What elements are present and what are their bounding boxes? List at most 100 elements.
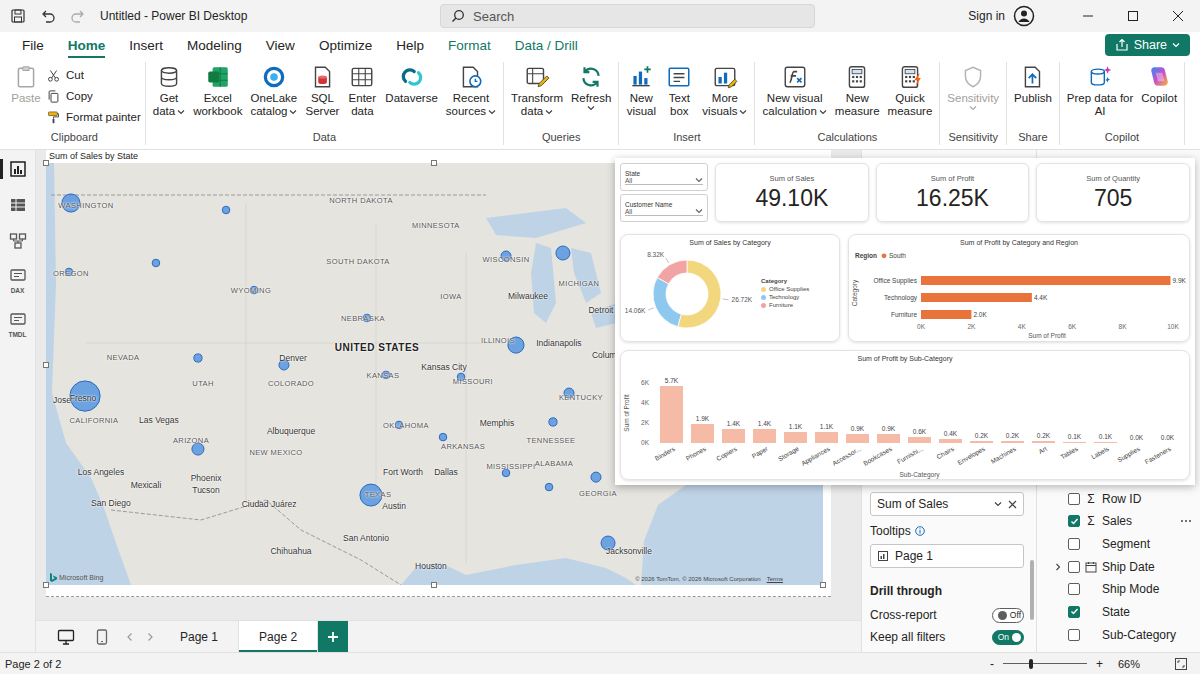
- donut-chart[interactable]: Sum of Sales by Category 26.72K14.06K8.3…: [620, 234, 840, 342]
- page-tab[interactable]: Page 2: [239, 621, 318, 652]
- sales-bubble[interactable]: [222, 206, 230, 214]
- sales-bubble[interactable]: [556, 246, 570, 260]
- slicer-dropdown[interactable]: All: [625, 177, 703, 185]
- column-bar[interactable]: [1063, 442, 1086, 443]
- field-checkbox[interactable]: [1068, 606, 1080, 618]
- column-bar[interactable]: [939, 439, 962, 443]
- field-well[interactable]: Sum of Sales: [870, 492, 1024, 516]
- column-bar[interactable]: [846, 434, 869, 443]
- column-bar[interactable]: [877, 434, 900, 443]
- kpi-card[interactable]: Sum of Profit 16.25K: [876, 163, 1030, 222]
- toggle-switch[interactable]: On: [992, 630, 1024, 645]
- column-bar[interactable]: [1094, 442, 1117, 443]
- sales-bubble[interactable]: [549, 418, 557, 426]
- minimize-button[interactable]: [1065, 0, 1110, 32]
- column-bar[interactable]: [1001, 441, 1024, 443]
- ribbon-tab[interactable]: View: [254, 32, 307, 58]
- column-bar[interactable]: [815, 432, 838, 443]
- resize-handle[interactable]: [43, 362, 49, 368]
- ribbon-tab[interactable]: Help: [384, 32, 436, 58]
- column-chart[interactable]: Sum of Profit by Sub-Category Sum of Pro…: [620, 350, 1190, 480]
- expander[interactable]: [1053, 563, 1063, 571]
- layout-view-button[interactable]: [84, 621, 120, 652]
- undo-icon[interactable]: [40, 8, 56, 24]
- column-bar[interactable]: [908, 437, 931, 443]
- ribbon-small-button[interactable]: Format painter: [46, 108, 141, 126]
- view-rail-item[interactable]: [0, 192, 35, 218]
- bar[interactable]: [921, 310, 971, 319]
- column-bar[interactable]: [1156, 443, 1179, 444]
- redo-icon[interactable]: [70, 8, 86, 24]
- toggle-switch[interactable]: Off: [992, 608, 1024, 623]
- scrollbar-thumb[interactable]: [1030, 560, 1034, 620]
- ribbon-button[interactable]: Copilot: [1138, 62, 1180, 131]
- sales-bubble[interactable]: [545, 483, 553, 491]
- donut-slice[interactable]: [653, 278, 681, 327]
- resize-handle[interactable]: [43, 160, 49, 166]
- close-button[interactable]: [1155, 0, 1200, 32]
- ribbon-tab[interactable]: Format: [436, 32, 503, 58]
- ribbon-button[interactable]: Dataverse: [382, 62, 440, 131]
- ribbon-tab[interactable]: Home: [56, 32, 118, 58]
- zoom-out-button[interactable]: -: [987, 657, 997, 671]
- ribbon-button[interactable]: Paste: [8, 62, 44, 131]
- ribbon-tab[interactable]: Modeling: [175, 32, 254, 58]
- ribbon-small-button[interactable]: Cut: [46, 66, 141, 84]
- ribbon-tab[interactable]: Insert: [117, 32, 175, 58]
- column-bar[interactable]: [1125, 443, 1148, 444]
- info-icon[interactable]: [915, 526, 925, 536]
- share-button[interactable]: Share: [1105, 34, 1190, 56]
- remove-field-icon[interactable]: [1008, 500, 1017, 509]
- ribbon-button[interactable]: Textbox: [661, 62, 697, 131]
- column-bar[interactable]: [784, 432, 807, 443]
- ribbon-button[interactable]: New visualcalculation: [759, 62, 829, 131]
- ribbon-button[interactable]: SQLServer: [302, 62, 342, 131]
- view-rail-item[interactable]: DAX: [0, 264, 35, 298]
- kpi-card[interactable]: Sum of Quantity 705: [1036, 163, 1190, 222]
- ribbon-button[interactable]: Publish: [1011, 62, 1055, 131]
- resize-handle[interactable]: [43, 582, 49, 588]
- ribbon-button[interactable]: Newmeasure: [832, 62, 883, 131]
- ribbon-button[interactable]: Quickmeasure: [885, 62, 936, 131]
- legend-item[interactable]: Technology: [761, 294, 809, 300]
- field-row[interactable]: Segment: [1053, 533, 1196, 556]
- add-page-button[interactable]: [318, 621, 348, 652]
- field-row[interactable]: Σ Row ID: [1053, 487, 1196, 510]
- field-checkbox[interactable]: [1068, 583, 1080, 595]
- fit-to-page-icon[interactable]: [1174, 657, 1188, 671]
- zoom-thumb[interactable]: [1029, 659, 1033, 669]
- view-rail-item[interactable]: [0, 156, 35, 182]
- column-bar[interactable]: [970, 441, 993, 443]
- field-row[interactable]: Sub-Category: [1053, 623, 1196, 646]
- ribbon-button[interactable]: Getdata: [150, 62, 188, 131]
- field-row[interactable]: Ship Date: [1053, 555, 1196, 578]
- ribbon-button[interactable]: Prep data forAI: [1064, 62, 1136, 131]
- ribbon-button[interactable]: Sensitivity: [944, 62, 1002, 131]
- zoom-slider[interactable]: [1003, 658, 1087, 670]
- ribbon-tab[interactable]: Optimize: [307, 32, 384, 58]
- sign-in-link[interactable]: Sign in: [968, 9, 1005, 23]
- column-bar[interactable]: [1032, 441, 1055, 443]
- ribbon-button[interactable]: Refresh: [568, 62, 614, 131]
- field-checkbox[interactable]: [1068, 493, 1080, 505]
- ribbon-tab[interactable]: File: [10, 32, 56, 58]
- kpi-card[interactable]: Sum of Sales 49.10K: [715, 163, 869, 222]
- sales-bubble[interactable]: [439, 433, 447, 441]
- ribbon-button[interactable]: Transformdata: [508, 62, 566, 131]
- prev-page-icon[interactable]: [125, 632, 135, 642]
- ribbon-button[interactable]: Recentsources: [443, 62, 499, 131]
- view-rail-item[interactable]: TMDL: [0, 308, 35, 342]
- resize-handle[interactable]: [431, 582, 437, 588]
- resize-handle[interactable]: [820, 582, 826, 588]
- field-row[interactable]: State: [1053, 601, 1196, 624]
- ribbon-small-button[interactable]: Copy: [46, 87, 141, 105]
- slicer-dropdown[interactable]: All: [625, 208, 703, 216]
- zoom-in-button[interactable]: +: [1093, 657, 1106, 671]
- page-tab[interactable]: Page 1: [160, 621, 239, 652]
- resize-handle[interactable]: [431, 160, 437, 166]
- ribbon-tab[interactable]: Data / Drill: [503, 32, 590, 58]
- search-box[interactable]: Search: [440, 4, 815, 28]
- column-bar[interactable]: [753, 429, 776, 443]
- layout-view-button[interactable]: [48, 621, 84, 652]
- legend-item[interactable]: Office Supplies: [761, 286, 809, 292]
